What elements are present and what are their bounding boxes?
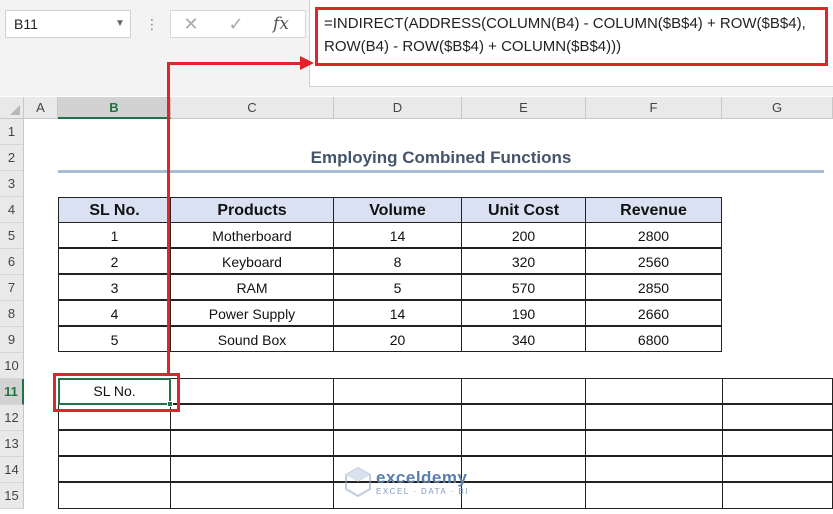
row-header-3[interactable]: 3 [0, 171, 24, 197]
grid-cell[interactable] [585, 404, 723, 430]
column-header-g[interactable]: G [722, 97, 833, 119]
grid-cell[interactable] [461, 430, 586, 456]
callout-line-vertical [167, 62, 170, 373]
table-cell[interactable]: 3 [58, 274, 171, 300]
table-cell[interactable]: Power Supply [170, 300, 334, 326]
grid-cell[interactable] [333, 404, 462, 430]
table-cell[interactable]: 2850 [585, 274, 722, 300]
row-header-13[interactable]: 13 [0, 431, 24, 457]
row-header-7[interactable]: 7 [0, 275, 24, 301]
grid-cell[interactable] [170, 482, 334, 509]
table-cell[interactable]: 20 [333, 326, 462, 352]
column-header-a[interactable]: A [24, 97, 58, 119]
table-header-sl-no[interactable]: SL No. [58, 197, 171, 223]
table-header-volume[interactable]: Volume [333, 197, 462, 223]
callout-line-horizontal [167, 62, 304, 65]
arrowhead-icon [300, 56, 314, 70]
table-cell[interactable]: 340 [461, 326, 586, 352]
grid-cell[interactable] [585, 430, 723, 456]
select-all-triangle-icon [10, 105, 20, 115]
grid-cell[interactable] [722, 378, 833, 404]
formula-line-2: ROW(B4) - ROW($B$4) + COLUMN($B$4))) [324, 38, 622, 55]
cell-highlight-box [53, 373, 180, 412]
table-cell[interactable]: 190 [461, 300, 586, 326]
grid-cell[interactable] [170, 456, 334, 482]
cancel-icon[interactable]: ✕ [176, 12, 206, 36]
table-header-revenue[interactable]: Revenue [585, 197, 722, 223]
row-header-14[interactable]: 14 [0, 457, 24, 483]
table-cell[interactable]: Motherboard [170, 222, 334, 248]
table-cell[interactable]: 5 [58, 326, 171, 352]
row-header-15[interactable]: 15 [0, 483, 24, 509]
table-cell[interactable]: 2560 [585, 248, 722, 274]
table-cell[interactable]: RAM [170, 274, 334, 300]
row-header-10[interactable]: 10 [0, 353, 24, 379]
grid-cell[interactable] [722, 430, 833, 456]
table-cell[interactable]: 200 [461, 222, 586, 248]
table-cell[interactable]: 2 [58, 248, 171, 274]
grid-cell[interactable] [461, 404, 586, 430]
enter-icon[interactable]: ✓ [221, 12, 251, 36]
column-header-b[interactable]: B [58, 97, 171, 119]
vertical-dots-icon: ⋮ [145, 16, 159, 32]
table-cell[interactable]: Sound Box [170, 326, 334, 352]
row-header-6[interactable]: 6 [0, 249, 24, 275]
title-underline [58, 170, 824, 173]
table-cell[interactable]: 2660 [585, 300, 722, 326]
grid-cell[interactable] [722, 456, 833, 482]
table-cell[interactable]: 2800 [585, 222, 722, 248]
insert-function-icon[interactable]: fx [266, 12, 296, 36]
table-cell[interactable]: 6800 [585, 326, 722, 352]
grid-cell[interactable] [58, 482, 171, 509]
grid-cell[interactable] [585, 482, 723, 509]
row-header-2[interactable]: 2 [0, 145, 24, 171]
grid-cell[interactable] [170, 404, 334, 430]
row-header-4[interactable]: 4 [0, 197, 24, 223]
column-header-f[interactable]: F [586, 97, 722, 119]
table-header-products[interactable]: Products [170, 197, 334, 223]
formula-line-1: =INDIRECT(ADDRESS(COLUMN(B4) - COLUMN($B… [324, 15, 806, 32]
table-header-unit-cost[interactable]: Unit Cost [461, 197, 586, 223]
table-cell[interactable]: 14 [333, 300, 462, 326]
grid-cell[interactable] [722, 404, 833, 430]
sheet-title: Employing Combined Functions [310, 148, 572, 167]
table-cell[interactable]: Keyboard [170, 248, 334, 274]
grid-cell[interactable] [722, 482, 833, 509]
row-header-1[interactable]: 1 [0, 119, 24, 145]
grid-cell[interactable] [461, 378, 586, 404]
grid-cell[interactable] [585, 456, 723, 482]
grid-cell[interactable] [58, 456, 171, 482]
chevron-down-icon[interactable]: ▼ [111, 10, 129, 38]
row-header-12[interactable]: 12 [0, 405, 24, 431]
watermark-text: exceldemy [376, 468, 468, 487]
column-header-c[interactable]: C [171, 97, 334, 119]
row-header-5[interactable]: 5 [0, 223, 24, 249]
grid-cell[interactable] [585, 378, 723, 404]
table-cell[interactable]: 5 [333, 274, 462, 300]
table-cell[interactable]: 320 [461, 248, 586, 274]
grid-cell[interactable] [333, 430, 462, 456]
table-cell[interactable]: 14 [333, 222, 462, 248]
row-header-9[interactable]: 9 [0, 327, 24, 353]
grid-cell[interactable] [170, 430, 334, 456]
column-header-e[interactable]: E [462, 97, 586, 119]
grid-cell[interactable] [58, 430, 171, 456]
grid-cell[interactable] [170, 378, 334, 404]
grid-cell[interactable] [333, 378, 462, 404]
row-header-8[interactable]: 8 [0, 301, 24, 327]
column-header-d[interactable]: D [334, 97, 462, 119]
table-cell[interactable]: 570 [461, 274, 586, 300]
table-cell[interactable]: 1 [58, 222, 171, 248]
table-cell[interactable]: 8 [333, 248, 462, 274]
row-header-11[interactable]: 11 [0, 379, 24, 405]
table-cell[interactable]: 4 [58, 300, 171, 326]
formula-input[interactable]: =INDIRECT(ADDRESS(COLUMN(B4) - COLUMN($B… [315, 7, 828, 66]
watermark-tagline: EXCEL · DATA · BI [376, 487, 469, 496]
